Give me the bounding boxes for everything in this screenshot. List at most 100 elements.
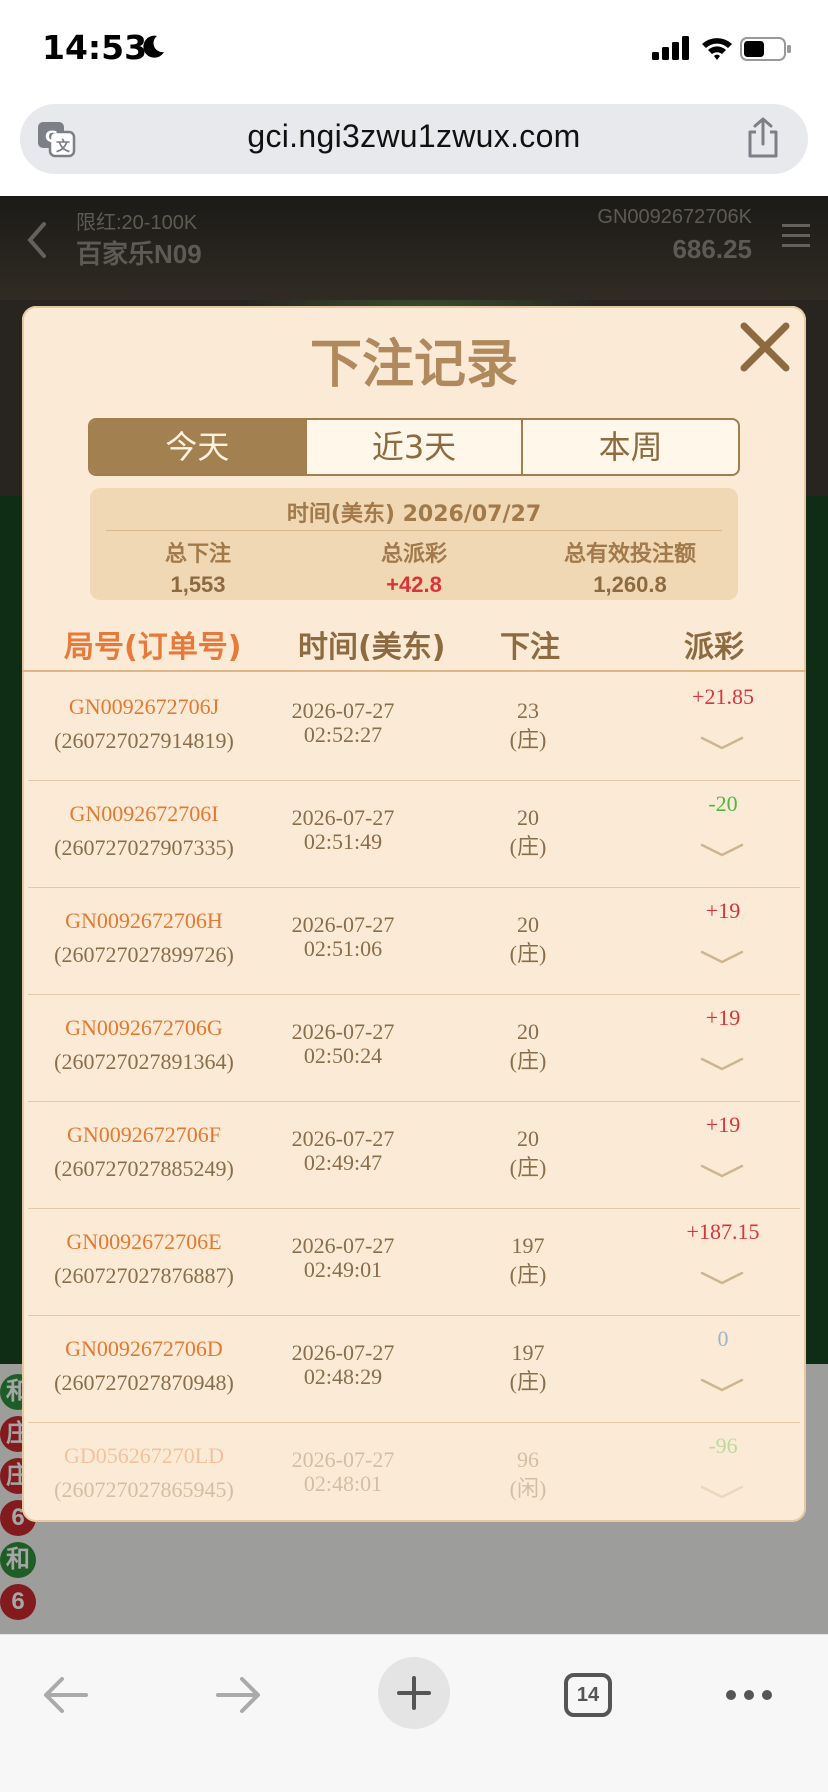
order-number: (260727027876887)	[54, 1263, 234, 1288]
browser-toolbar: 14	[0, 1634, 828, 1792]
payout-value: -20	[708, 791, 738, 816]
chevron-down-icon[interactable]	[698, 1483, 746, 1501]
bet-amount: 96	[517, 1447, 539, 1472]
bet-side: (庄)	[509, 727, 547, 752]
bet-date: 2026-07-27	[291, 912, 395, 937]
bet-date: 2026-07-27	[291, 805, 395, 830]
bet-record-row[interactable]: GN0092672706E (260727027876887) 2026-07-27…	[28, 1209, 800, 1316]
summary-date: 时间(美东) 2026/07/27	[286, 502, 542, 527]
moon-icon	[143, 35, 164, 58]
tab-last-3-days[interactable]: 近3天	[304, 420, 522, 474]
bet-time: 02:49:47	[303, 1150, 383, 1175]
bet-side: (庄)	[509, 834, 547, 859]
total-payout: 总派彩 +42.8	[306, 536, 522, 598]
bet-time: 02:48:01	[303, 1471, 383, 1496]
chevron-down-icon[interactable]	[698, 1376, 746, 1394]
summary-panel: 时间(美东) 2026/07/27 总下注 1,553 总派彩 +42.8 总有…	[90, 488, 738, 600]
round-id: GN0092672706E	[66, 1229, 222, 1254]
wifi-icon	[702, 38, 732, 60]
header-bet: 下注	[500, 630, 560, 665]
bet-record-row[interactable]: GN0092672706G (260727027891364) 2026-07-27…	[28, 995, 800, 1102]
bet-amount: 20	[517, 805, 539, 830]
bet-time: 02:48:29	[303, 1364, 383, 1389]
share-icon[interactable]	[744, 116, 782, 160]
chevron-down-icon[interactable]	[698, 734, 746, 752]
order-number: (260727027907335)	[54, 835, 234, 860]
bet-record-row[interactable]: GN0092672706H (260727027899726) 2026-07-27…	[28, 888, 800, 995]
battery-icon	[740, 37, 791, 61]
order-number: (260727027899726)	[54, 942, 234, 967]
status-bar: 14:53	[0, 0, 828, 96]
order-number: (260727027865945)	[54, 1477, 234, 1502]
back-arrow-icon[interactable]	[40, 1675, 90, 1715]
chevron-down-icon[interactable]	[698, 1055, 746, 1073]
round-id: GN0092672706I	[69, 801, 219, 826]
bet-side: (庄)	[509, 1155, 547, 1180]
bet-amount: 197	[511, 1340, 545, 1365]
total-payout-label: 总派彩	[380, 542, 447, 567]
order-number: (260727027885249)	[54, 1156, 234, 1181]
bet-record-row[interactable]: GN0092672706D (260727027870948) 2026-07-27…	[28, 1316, 800, 1423]
url-text: gci.ngi3zwu1zwux.com	[247, 118, 581, 154]
bet-date: 2026-07-27	[291, 1019, 395, 1044]
payout-value: 0	[717, 1326, 729, 1351]
bet-record-list[interactable]: GN0092672706J (260727027914819) 2026-07-27…	[28, 674, 800, 1522]
more-menu-icon[interactable]	[724, 1687, 774, 1703]
total-bet-value: 1,553	[170, 572, 226, 597]
round-id: GN0092672706F	[66, 1122, 221, 1147]
bet-amount: 20	[517, 1126, 539, 1151]
address-bar[interactable]: G 文 gci.ngi3zwu1zwux.com	[20, 104, 808, 174]
bet-date: 2026-07-27	[291, 698, 395, 723]
total-bet-label: 总下注	[164, 542, 231, 567]
header-time: 时间(美东)	[298, 630, 446, 665]
bet-time: 02:51:06	[303, 936, 383, 961]
bet-side: (庄)	[509, 1048, 547, 1073]
modal-title: 下注记录	[309, 335, 518, 395]
close-icon[interactable]	[736, 318, 794, 376]
round-id: GN0092672706H	[65, 908, 223, 933]
bet-time: 02:50:24	[303, 1043, 383, 1068]
new-tab-button[interactable]	[378, 1657, 450, 1729]
bet-date: 2026-07-27	[291, 1233, 395, 1258]
bet-amount: 197	[511, 1233, 545, 1258]
total-bet: 总下注 1,553	[90, 536, 306, 598]
status-time: 14:53	[42, 28, 148, 67]
round-id: GN0092672706J	[68, 694, 220, 719]
round-id: GN0092672706D	[65, 1336, 223, 1361]
header-payout: 派彩	[684, 630, 744, 665]
payout-value: +21.85	[692, 684, 754, 709]
payout-value: +19	[705, 1112, 741, 1137]
bet-record-row[interactable]: GN0092672706F (260727027885249) 2026-07-27…	[28, 1102, 800, 1209]
order-number: (260727027914819)	[54, 728, 234, 753]
payout-value: -96	[708, 1433, 738, 1458]
bet-date: 2026-07-27	[291, 1340, 395, 1365]
tab-this-week[interactable]: 本周	[521, 420, 738, 474]
order-number: (260727027870948)	[54, 1370, 234, 1395]
bet-record-row[interactable]: GN0092672706I (260727027907335) 2026-07-27…	[28, 781, 800, 888]
bet-side: (闲)	[509, 1476, 547, 1501]
bet-date: 2026-07-27	[291, 1126, 395, 1151]
bet-amount: 20	[517, 912, 539, 937]
chevron-down-icon[interactable]	[698, 841, 746, 859]
bet-side: (庄)	[509, 941, 547, 966]
bet-record-row[interactable]: GN0092672706J (260727027914819) 2026-07-27…	[28, 674, 800, 781]
screen: 14:53 G 文 gci.ngi3zwu1zwux.com 限红:20-100…	[0, 0, 828, 1792]
chevron-down-icon[interactable]	[698, 1162, 746, 1180]
tab-today[interactable]: 今天	[90, 420, 305, 474]
bet-time: 02:51:49	[303, 829, 383, 854]
bet-record-row[interactable]: GD056267270LD (260727027865945) 2026-07-27…	[28, 1423, 800, 1522]
payout-value: +19	[705, 1005, 741, 1030]
date-range-tabs: 今天 近3天 本周	[88, 418, 740, 476]
bet-side: (庄)	[509, 1262, 547, 1287]
round-id: GD056267270LD	[63, 1443, 225, 1468]
address-bar-container: G 文 gci.ngi3zwu1zwux.com	[0, 96, 828, 196]
total-payout-value: +42.8	[386, 572, 442, 597]
table-header: 局号(订单号) 时间(美东) 下注 派彩	[22, 608, 806, 672]
bet-side: (庄)	[509, 1369, 547, 1394]
forward-arrow-icon[interactable]	[214, 1675, 264, 1715]
chevron-down-icon[interactable]	[698, 948, 746, 966]
chevron-down-icon[interactable]	[698, 1269, 746, 1287]
total-valid-bet-label: 总有效投注额	[563, 542, 696, 567]
tab-switcher-button[interactable]: 14	[564, 1673, 612, 1717]
cellular-signal-icon	[652, 36, 689, 60]
